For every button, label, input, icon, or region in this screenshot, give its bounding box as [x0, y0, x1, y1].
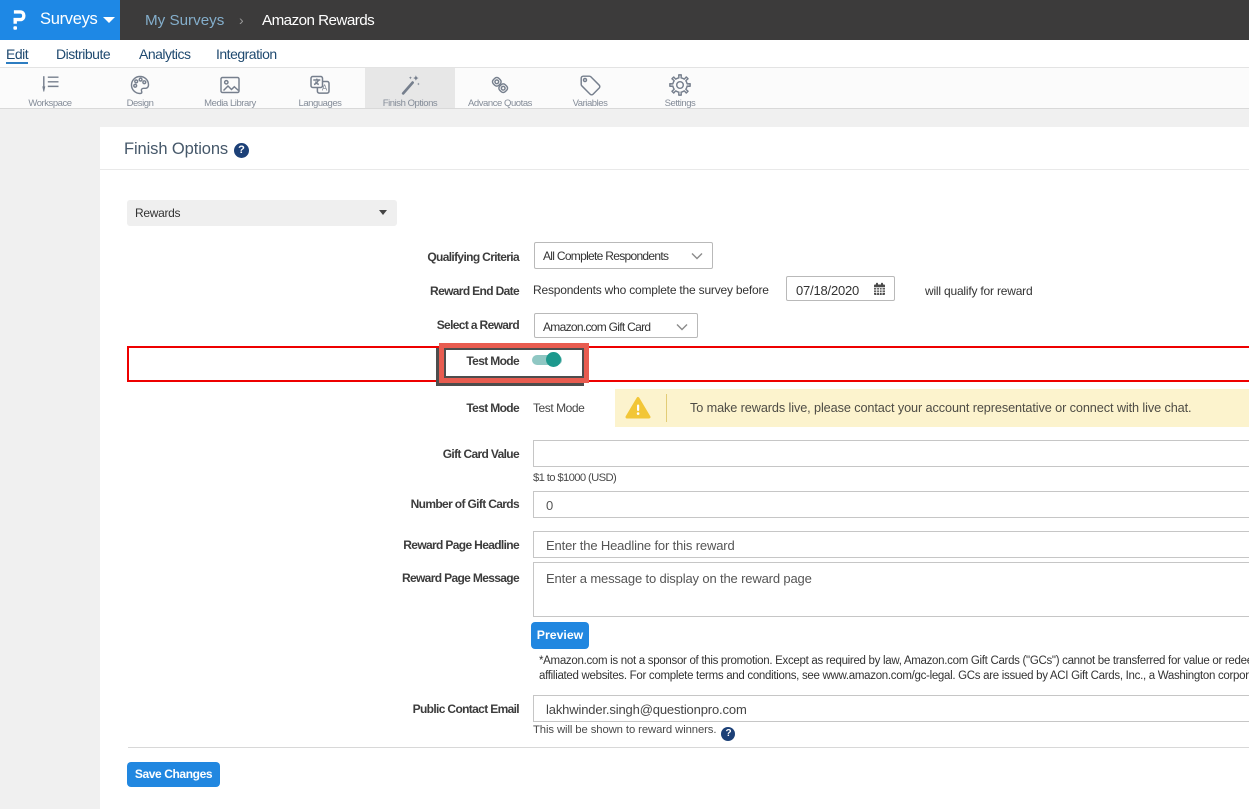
svg-text:A: A — [322, 83, 328, 92]
